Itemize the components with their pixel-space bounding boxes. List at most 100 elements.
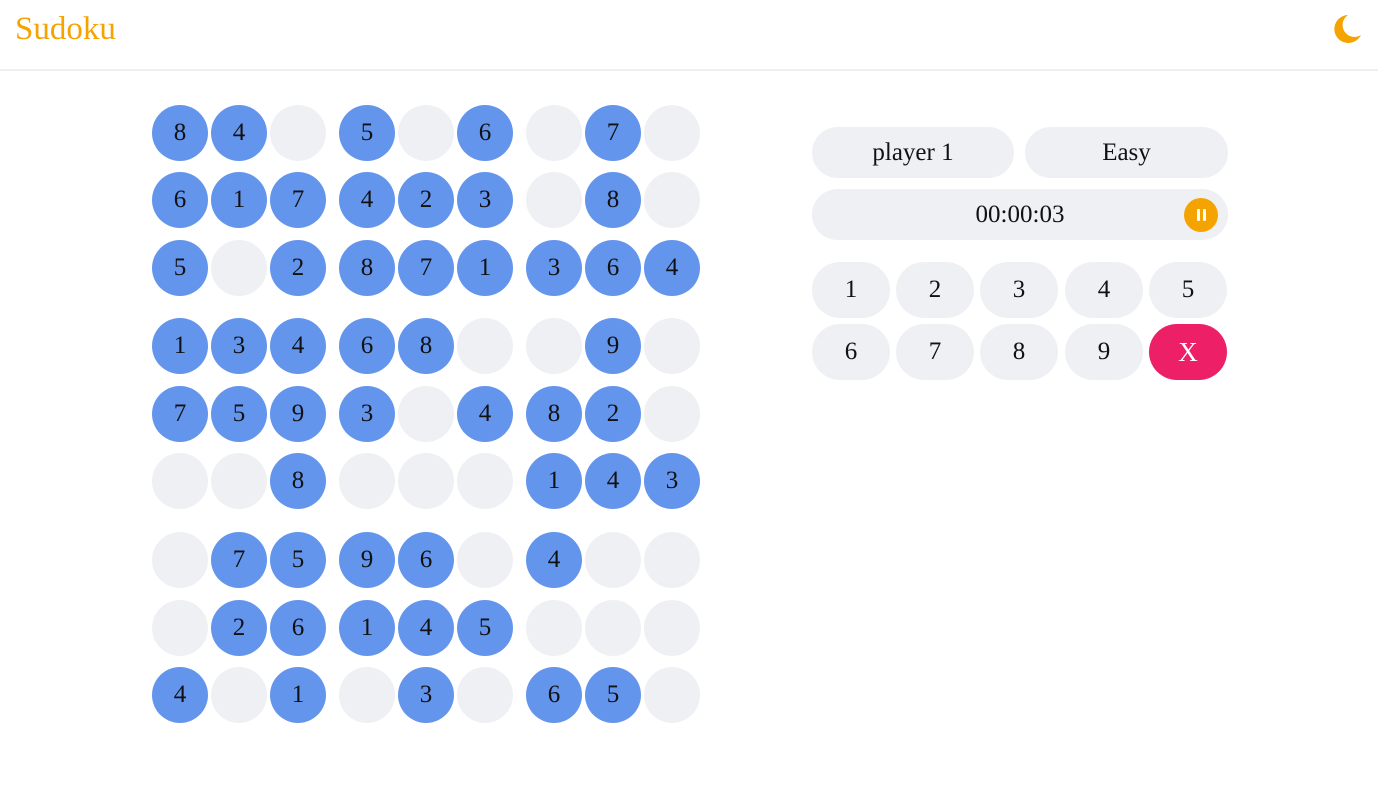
- cell-r9c6[interactable]: [457, 667, 513, 723]
- keypad-button-3[interactable]: 3: [980, 262, 1058, 318]
- cell-r7c8[interactable]: [585, 532, 641, 588]
- cell-r3c3[interactable]: 2: [270, 240, 326, 296]
- difficulty-badge[interactable]: Easy: [1025, 127, 1228, 178]
- cell-r9c3[interactable]: 1: [270, 667, 326, 723]
- cell-r3c6[interactable]: 1: [457, 240, 513, 296]
- cell-r4c3[interactable]: 4: [270, 318, 326, 374]
- cell-r6c9[interactable]: 3: [644, 453, 700, 509]
- player-name: player 1: [812, 127, 1014, 178]
- cell-r5c1[interactable]: 7: [152, 386, 208, 442]
- keypad-button-8[interactable]: 8: [980, 324, 1058, 380]
- cell-r8c6[interactable]: 5: [457, 600, 513, 656]
- cell-r6c4[interactable]: [339, 453, 395, 509]
- cell-r6c8[interactable]: 4: [585, 453, 641, 509]
- cell-r3c2[interactable]: [211, 240, 267, 296]
- cell-r8c8[interactable]: [585, 600, 641, 656]
- cell-r8c7[interactable]: [526, 600, 582, 656]
- cell-r7c3[interactable]: 5: [270, 532, 326, 588]
- cell-r4c7[interactable]: [526, 318, 582, 374]
- cell-r8c1[interactable]: [152, 600, 208, 656]
- cell-r4c1[interactable]: 1: [152, 318, 208, 374]
- cell-r2c1[interactable]: 6: [152, 172, 208, 228]
- cell-r4c9[interactable]: [644, 318, 700, 374]
- cell-r4c8[interactable]: 9: [585, 318, 641, 374]
- cell-r9c7[interactable]: 6: [526, 667, 582, 723]
- cell-r5c2[interactable]: 5: [211, 386, 267, 442]
- keypad-button-4[interactable]: 4: [1065, 262, 1143, 318]
- cell-r7c9[interactable]: [644, 532, 700, 588]
- cell-r2c2[interactable]: 1: [211, 172, 267, 228]
- cell-r8c2[interactable]: 2: [211, 600, 267, 656]
- cell-r6c6[interactable]: [457, 453, 513, 509]
- cell-r5c8[interactable]: 2: [585, 386, 641, 442]
- cell-r2c8[interactable]: 8: [585, 172, 641, 228]
- cell-r2c9[interactable]: [644, 172, 700, 228]
- cell-r8c5[interactable]: 4: [398, 600, 454, 656]
- cell-r3c5[interactable]: 7: [398, 240, 454, 296]
- cell-r5c9[interactable]: [644, 386, 700, 442]
- cell-r6c1[interactable]: [152, 453, 208, 509]
- cell-r8c9[interactable]: [644, 600, 700, 656]
- cell-r2c6[interactable]: 3: [457, 172, 513, 228]
- cell-r9c1[interactable]: 4: [152, 667, 208, 723]
- cell-r1c2[interactable]: 4: [211, 105, 267, 161]
- keypad-button-9[interactable]: 9: [1065, 324, 1143, 380]
- cell-r1c6[interactable]: 6: [457, 105, 513, 161]
- cell-r8c4[interactable]: 1: [339, 600, 395, 656]
- cell-r7c5[interactable]: 6: [398, 532, 454, 588]
- cell-r6c5[interactable]: [398, 453, 454, 509]
- keypad-button-1[interactable]: 1: [812, 262, 890, 318]
- cell-r7c4[interactable]: 9: [339, 532, 395, 588]
- cell-r5c7[interactable]: 8: [526, 386, 582, 442]
- cell-r1c4[interactable]: 5: [339, 105, 395, 161]
- difficulty-label: Easy: [1102, 138, 1151, 166]
- app-header: Sudoku: [0, 0, 1378, 71]
- cell-r1c3[interactable]: [270, 105, 326, 161]
- cell-r2c3[interactable]: 7: [270, 172, 326, 228]
- cell-r3c9[interactable]: 4: [644, 240, 700, 296]
- timer-text: 00:00:03: [975, 200, 1065, 228]
- cell-r9c5[interactable]: 3: [398, 667, 454, 723]
- keypad-button-5[interactable]: 5: [1149, 262, 1227, 318]
- cell-r6c2[interactable]: [211, 453, 267, 509]
- keypad-button-6[interactable]: 6: [812, 324, 890, 380]
- keypad-button-2[interactable]: 2: [896, 262, 974, 318]
- cell-r2c5[interactable]: 2: [398, 172, 454, 228]
- cell-r1c1[interactable]: 8: [152, 105, 208, 161]
- cell-r3c4[interactable]: 8: [339, 240, 395, 296]
- cell-r8c3[interactable]: 6: [270, 600, 326, 656]
- cell-r7c7[interactable]: 4: [526, 532, 582, 588]
- pause-button[interactable]: [1184, 198, 1218, 232]
- cell-r2c4[interactable]: 4: [339, 172, 395, 228]
- cell-r1c9[interactable]: [644, 105, 700, 161]
- cell-r4c5[interactable]: 8: [398, 318, 454, 374]
- cell-r3c7[interactable]: 3: [526, 240, 582, 296]
- cell-r2c7[interactable]: [526, 172, 582, 228]
- cell-r6c7[interactable]: 1: [526, 453, 582, 509]
- cell-r5c6[interactable]: 4: [457, 386, 513, 442]
- player-name-label: player 1: [872, 138, 954, 166]
- cell-r3c1[interactable]: 5: [152, 240, 208, 296]
- cell-r1c5[interactable]: [398, 105, 454, 161]
- cell-r6c3[interactable]: 8: [270, 453, 326, 509]
- cell-r9c4[interactable]: [339, 667, 395, 723]
- cell-r3c8[interactable]: 6: [585, 240, 641, 296]
- keypad-button-7[interactable]: 7: [896, 324, 974, 380]
- cell-r7c2[interactable]: 7: [211, 532, 267, 588]
- cell-r1c7[interactable]: [526, 105, 582, 161]
- cell-r4c2[interactable]: 3: [211, 318, 267, 374]
- clear-cell-button[interactable]: X: [1149, 324, 1227, 380]
- cell-r9c8[interactable]: 5: [585, 667, 641, 723]
- cell-r4c4[interactable]: 6: [339, 318, 395, 374]
- cell-r5c5[interactable]: [398, 386, 454, 442]
- cell-r7c1[interactable]: [152, 532, 208, 588]
- cell-r7c6[interactable]: [457, 532, 513, 588]
- cell-r5c4[interactable]: 3: [339, 386, 395, 442]
- pause-icon: [1196, 209, 1200, 221]
- cell-r9c2[interactable]: [211, 667, 267, 723]
- cell-r9c9[interactable]: [644, 667, 700, 723]
- moon-icon[interactable]: [1330, 13, 1362, 45]
- cell-r1c8[interactable]: 7: [585, 105, 641, 161]
- cell-r4c6[interactable]: [457, 318, 513, 374]
- cell-r5c3[interactable]: 9: [270, 386, 326, 442]
